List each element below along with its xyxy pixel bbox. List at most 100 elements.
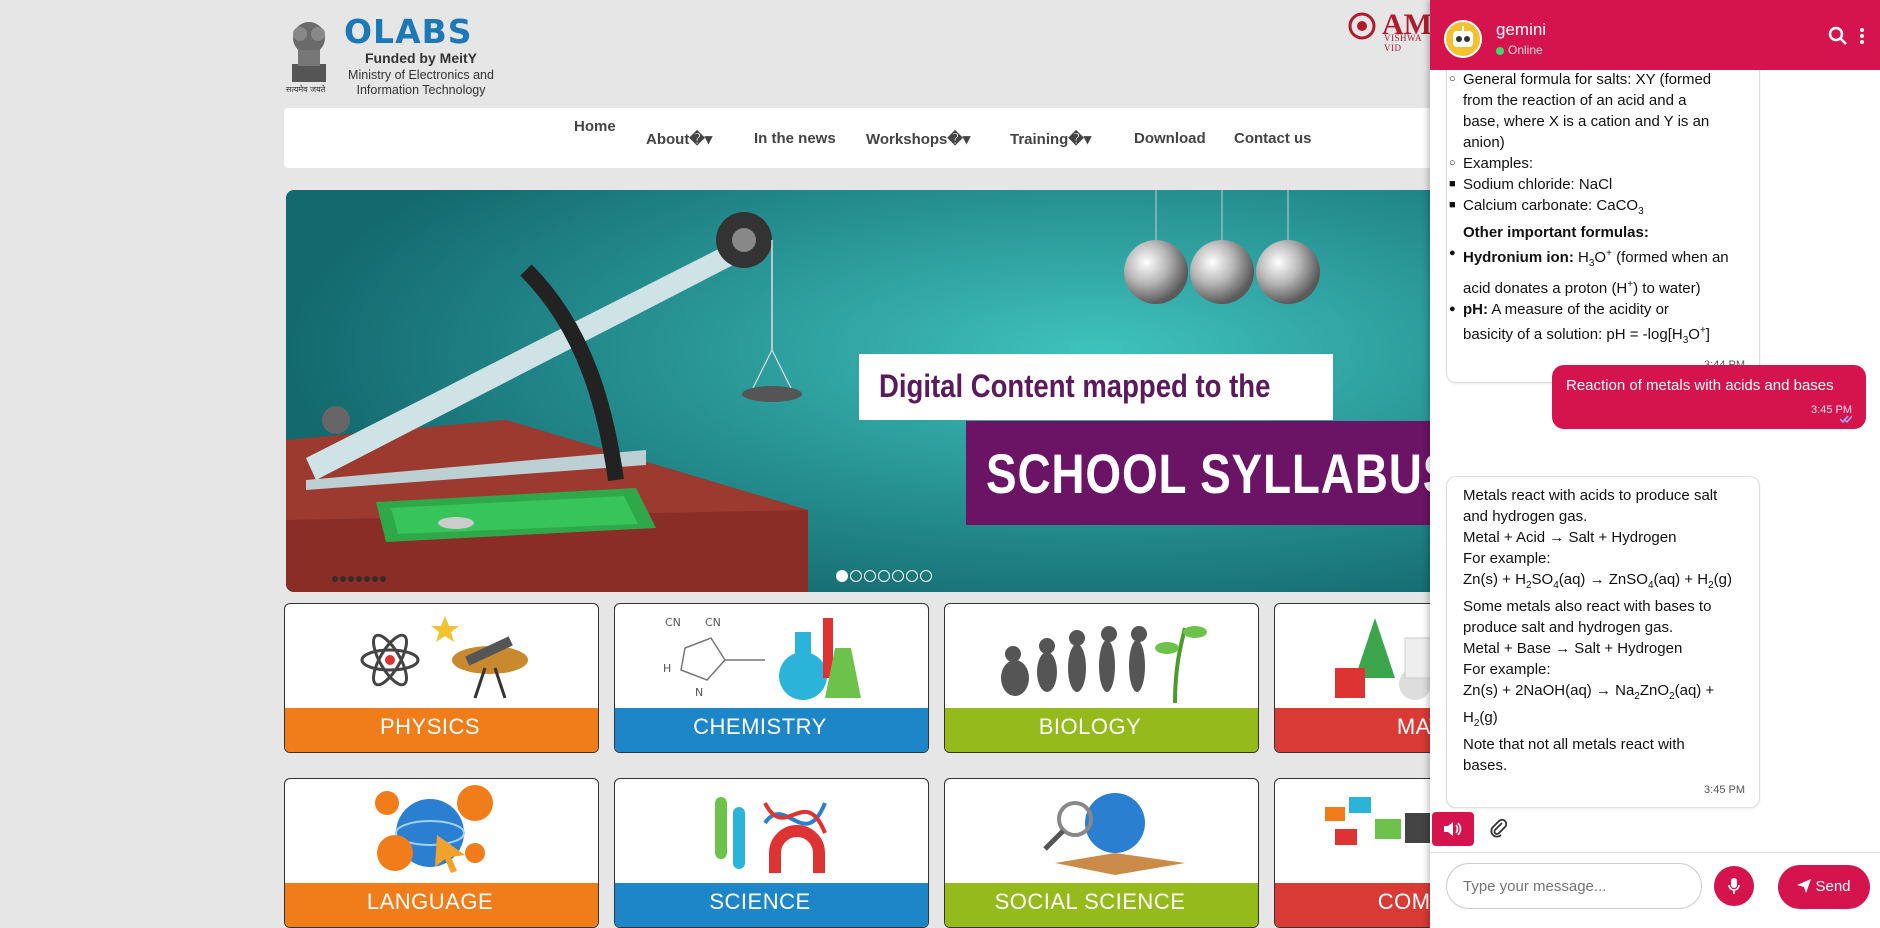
computer-network-icon bbox=[1325, 797, 1430, 845]
svg-text:H: H bbox=[663, 662, 671, 675]
carousel-dot[interactable] bbox=[836, 570, 848, 582]
ministry-line-2: Information Technology bbox=[356, 83, 486, 97]
subject-label: MAT bbox=[1396, 714, 1430, 739]
subject-label: LANGUAGE bbox=[366, 889, 494, 914]
online-status-dot bbox=[1496, 47, 1504, 55]
carousel-dot[interactable] bbox=[864, 570, 876, 582]
search-icon[interactable] bbox=[1828, 26, 1848, 46]
svg-text:CN: CN bbox=[705, 616, 721, 629]
bullet-marker: ● bbox=[1449, 303, 1456, 315]
message-line: Note that not all metals react with bbox=[1463, 736, 1685, 753]
message-line: basicity of a solution: pH = -log[H3O+] bbox=[1463, 320, 1745, 351]
bot-message: Metals react with acids to produce salt … bbox=[1446, 476, 1760, 808]
message-text: Reaction of metals with acids and bases bbox=[1566, 377, 1834, 394]
nav-about[interactable]: About�▾ bbox=[646, 130, 712, 148]
bot-avatar bbox=[1444, 20, 1482, 58]
message-line: Metals react with acids to produce salt bbox=[1463, 487, 1718, 504]
carousel-dot[interactable] bbox=[850, 570, 862, 582]
emblem-motto: सत्यमेव जयते bbox=[286, 85, 326, 94]
message-line: ■ Sodium chloride: NaCl bbox=[1449, 174, 1745, 195]
bold-term: Hydronium ion: bbox=[1463, 249, 1574, 266]
subject-card-physics[interactable]: PHYSICS bbox=[284, 603, 599, 753]
subject-card-biology[interactable]: BIOLOGY bbox=[944, 603, 1259, 753]
message-line: Some metals also react with bases to bbox=[1463, 598, 1712, 615]
line-text: acid donates a proton (H bbox=[1463, 280, 1628, 297]
nav-in-the-news[interactable]: In the news bbox=[754, 130, 836, 147]
bold-term: pH: bbox=[1463, 301, 1488, 318]
attachment-icon[interactable] bbox=[1490, 818, 1508, 838]
line-text: (formed when an bbox=[1611, 249, 1729, 266]
bullet-marker: ○ bbox=[1449, 157, 1456, 169]
subscript: 3 bbox=[1638, 206, 1644, 217]
message-line: anion) bbox=[1463, 134, 1505, 151]
carousel-mini-indicators bbox=[332, 576, 386, 582]
svg-text:N: N bbox=[695, 686, 703, 699]
nav-download[interactable]: Download bbox=[1134, 130, 1206, 147]
partner-sub: VISHWA VID bbox=[1384, 33, 1422, 53]
subject-card-science[interactable]: SCIENCE bbox=[614, 778, 929, 928]
line-text: Zn(s) + 2NaOH(aq) → Na bbox=[1463, 682, 1635, 699]
microphone-icon bbox=[1728, 878, 1740, 894]
message-time: 3:45 PM bbox=[1811, 404, 1852, 416]
line-text: (g) bbox=[1713, 571, 1733, 588]
hero-carousel[interactable]: Digital Content mapped to the SCHOOL SYL… bbox=[286, 190, 1430, 592]
bullet-marker: ■ bbox=[1449, 199, 1456, 211]
message-line: bases. bbox=[1463, 757, 1508, 774]
message-line: For example: bbox=[1463, 661, 1551, 678]
chat-widget: gemini Online ○ General formula for salts… bbox=[1430, 0, 1880, 928]
social-science-globe-icon bbox=[1043, 793, 1185, 875]
nav-training[interactable]: Training�▾ bbox=[1010, 130, 1091, 148]
svg-text:CN: CN bbox=[665, 616, 681, 629]
robot-icon bbox=[1453, 26, 1473, 47]
line-text: SO bbox=[1531, 571, 1554, 588]
hero-headline-box: Digital Content mapped to the bbox=[859, 354, 1333, 420]
nav-home[interactable]: Home bbox=[574, 118, 616, 135]
chat-messages[interactable]: ○ General formula for salts: XY (formed f… bbox=[1430, 70, 1880, 812]
line-text: ) to water) bbox=[1633, 280, 1701, 297]
mic-button[interactable] bbox=[1714, 866, 1754, 906]
message-time: 3:45 PM bbox=[1704, 784, 1745, 796]
subject-card-language[interactable]: LANGUAGE bbox=[284, 778, 599, 928]
message-line: and hydrogen gas. bbox=[1463, 508, 1588, 525]
carousel-dot[interactable] bbox=[906, 570, 918, 582]
subject-label: COMPU bbox=[1377, 889, 1430, 914]
chat-header: gemini Online bbox=[1430, 0, 1880, 70]
message-line: ● Hydronium ion: H3O+ (formed when an bbox=[1449, 243, 1745, 274]
carousel-dot[interactable] bbox=[878, 570, 890, 582]
message-line: Metal + Base → Salt + Hydrogen bbox=[1463, 640, 1683, 657]
line-text: (aq) + H bbox=[1653, 571, 1709, 588]
audio-toggle-button[interactable] bbox=[1432, 812, 1474, 846]
nav-workshops[interactable]: Workshops�▾ bbox=[866, 130, 970, 148]
mini-dot bbox=[380, 576, 386, 582]
message-line: ● pH: A measure of the acidity or bbox=[1449, 299, 1745, 320]
subject-label: SCIENCE bbox=[709, 889, 811, 914]
carousel-dot[interactable] bbox=[920, 570, 932, 582]
message-line: base, where X is a cation and Y is an bbox=[1463, 113, 1710, 130]
subject-card-chemistry[interactable]: CN CN H N CHEMISTRY bbox=[614, 603, 929, 753]
subject-card-social-science[interactable]: SOCIAL SCIENCE bbox=[944, 778, 1259, 928]
message-input[interactable] bbox=[1446, 863, 1702, 909]
subject-card-maths[interactable]: MAT bbox=[1274, 603, 1430, 753]
line-text: A measure of the acidity or bbox=[1488, 301, 1669, 318]
more-options-icon[interactable] bbox=[1858, 26, 1866, 46]
main-navbar: Home About�▾ In the news Workshops�▾ Tra… bbox=[284, 108, 1430, 168]
olabs-logo[interactable]: OLABS bbox=[344, 12, 473, 51]
chat-composer: Send bbox=[1430, 852, 1880, 928]
bullet-marker: ● bbox=[1449, 247, 1456, 259]
subject-card-computer[interactable]: COMPU bbox=[1274, 778, 1430, 928]
mini-dot bbox=[348, 576, 354, 582]
line-text: Examples: bbox=[1463, 155, 1534, 172]
send-button[interactable]: Send bbox=[1778, 865, 1870, 909]
subject-label: PHYSICS bbox=[379, 714, 481, 739]
nav-contact-us[interactable]: Contact us bbox=[1234, 130, 1312, 147]
olabs-site: सत्यमेव जयते OLABS Funded by MeitY Minis… bbox=[276, 0, 1430, 928]
subject-label: BIOLOGY bbox=[1038, 714, 1142, 739]
message-line: H2(g) bbox=[1463, 707, 1745, 734]
line-text: ZnO bbox=[1639, 682, 1670, 699]
funded-by-text: Funded by MeitY bbox=[365, 50, 477, 66]
carousel-dot[interactable] bbox=[892, 570, 904, 582]
bullet-marker: ■ bbox=[1449, 178, 1456, 190]
geometry-shapes-icon bbox=[1335, 618, 1430, 700]
mini-dot bbox=[340, 576, 346, 582]
line-text: H bbox=[1463, 709, 1474, 726]
